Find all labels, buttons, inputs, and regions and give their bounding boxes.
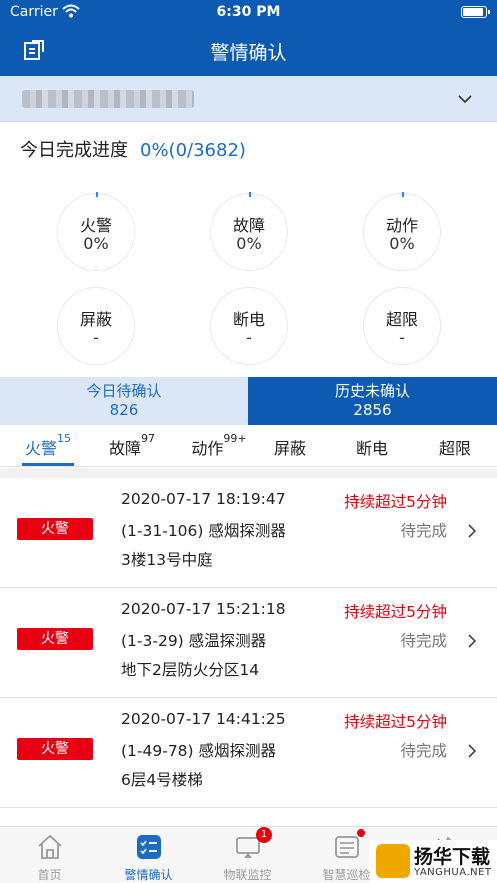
inspection-icon	[335, 836, 359, 858]
stat-name: 超限	[385, 310, 418, 329]
tab-label: 断电	[355, 439, 388, 458]
active-tab-indicator	[22, 463, 74, 466]
battery-icon	[461, 6, 490, 18]
category-tabs: 火警15 故障97 动作99+ 屏蔽 断电 超限	[0, 425, 497, 467]
alarm-type-badge: 火警	[17, 738, 93, 760]
building-selector[interactable]	[0, 76, 497, 122]
stat-name: 火警	[79, 216, 112, 235]
tab-count: 826	[109, 401, 139, 419]
stat-value: -	[93, 328, 99, 347]
tabbar-label: 物联监控	[223, 868, 272, 882]
home-icon	[38, 834, 62, 859]
tab-count: 2856	[353, 401, 392, 419]
alarm-device: (1-3-29) 感温探测器	[121, 632, 267, 650]
chevron-right-icon	[468, 524, 477, 538]
tab-label: 故障	[108, 439, 141, 458]
tab-history-unconfirmed[interactable]: 历史未确认 2856	[248, 377, 497, 425]
notification-dot	[357, 829, 365, 837]
watermark: 扬华下载 YANGHUA.NET	[370, 840, 497, 883]
stat-circle-overlimit[interactable]: 超限 -	[363, 287, 441, 365]
blurred-building-name	[22, 90, 194, 108]
tab-label: 超限	[438, 439, 471, 458]
alarm-datetime: 2020-07-17 18:19:47	[121, 490, 286, 508]
alarm-item[interactable]: 火警 2020-07-17 14:41:25 (1-49-78) 感烟探测器 6…	[0, 698, 497, 808]
alarm-status: 待完成	[400, 522, 447, 540]
alarm-warning: 持续超过5分钟	[344, 603, 447, 621]
stat-value: 0%	[236, 234, 262, 253]
watermark-title: 扬华下载	[414, 846, 491, 868]
tabbar-home[interactable]: 首页	[0, 827, 99, 883]
checklist-icon	[137, 835, 161, 859]
alarm-datetime: 2020-07-17 15:21:18	[121, 600, 286, 618]
alarm-device: (1-49-78) 感烟探测器	[121, 742, 277, 760]
tab-power-off[interactable]: 断电	[337, 435, 407, 459]
watermark-url: YANGHUA.NET	[414, 867, 492, 878]
tab-label: 历史未确认	[334, 382, 410, 400]
tabbar-alarm-confirm[interactable]: 警情确认	[99, 827, 198, 883]
stat-name: 故障	[232, 216, 265, 235]
clock: 6:30 PM	[216, 4, 281, 20]
stat-value: -	[246, 328, 252, 347]
progress-label: 今日完成进度	[20, 140, 128, 161]
nav-bar: 警情确认	[0, 26, 497, 76]
tab-action[interactable]: 动作99+	[184, 431, 254, 459]
confirm-tabs: 今日待确认 826 历史未确认 2856	[0, 377, 497, 425]
alarm-status: 待完成	[400, 742, 447, 760]
stat-value: -	[399, 328, 405, 347]
tab-overlimit[interactable]: 超限	[420, 435, 490, 459]
alarm-location: 6层4号楼梯	[121, 771, 203, 789]
stat-circle-action[interactable]: 动作 0%	[363, 192, 441, 271]
stat-name: 断电	[232, 310, 265, 329]
tab-count: 15	[57, 431, 71, 445]
stat-value: 0%	[389, 234, 415, 253]
alarm-datetime: 2020-07-17 14:41:25	[121, 710, 286, 728]
alarm-status: 待完成	[400, 632, 447, 650]
stat-value: 0%	[83, 234, 109, 253]
tab-label: 火警	[24, 439, 57, 458]
tab-fault[interactable]: 故障97	[97, 431, 167, 459]
daily-progress: 今日完成进度 0%(0/3682)	[20, 136, 246, 162]
tabbar-label: 警情确认	[124, 868, 173, 882]
alarm-item[interactable]: 火警 2020-07-17 15:21:18 (1-3-29) 感温探测器 地下…	[0, 588, 497, 698]
stat-circle-power-off[interactable]: 断电 -	[210, 287, 288, 365]
alarm-type-badge: 火警	[17, 628, 93, 650]
watermark-logo	[376, 844, 410, 878]
stat-circle-fault[interactable]: 故障 0%	[210, 192, 288, 271]
tab-fire[interactable]: 火警15	[13, 431, 83, 459]
progress-value: 0%(0/3682)	[140, 140, 246, 161]
status-bar: Carrier 6:30 PM	[0, 0, 497, 26]
divider	[0, 468, 497, 478]
chevron-right-icon	[468, 634, 477, 648]
chevron-right-icon	[468, 744, 477, 758]
stat-circle-fire[interactable]: 火警 0%	[57, 192, 135, 271]
chevron-down-icon[interactable]	[457, 91, 473, 107]
alarm-warning: 持续超过5分钟	[344, 493, 447, 511]
stat-name: 屏蔽	[79, 310, 112, 329]
tab-label: 屏蔽	[273, 439, 306, 458]
tabbar-label: 首页	[37, 868, 62, 882]
tab-label: 动作	[191, 439, 224, 458]
alarm-warning: 持续超过5分钟	[344, 713, 447, 731]
alarm-type-badge: 火警	[17, 518, 93, 540]
tab-count: 97	[141, 431, 155, 445]
page-title: 警情确认	[210, 42, 287, 64]
tab-shield[interactable]: 屏蔽	[255, 435, 325, 459]
alarm-device: (1-31-106) 感烟探测器	[121, 522, 286, 540]
tab-label: 今日待确认	[86, 382, 162, 400]
alarm-item[interactable]: 火警 2020-07-17 18:19:47 (1-31-106) 感烟探测器 …	[0, 478, 497, 588]
tabbar-iot-monitor[interactable]: 1 物联监控	[198, 827, 297, 883]
stat-name: 动作	[385, 216, 418, 235]
tab-count: 99+	[223, 431, 247, 445]
alarm-location: 3楼13号中庭	[121, 551, 213, 569]
notification-badge: 1	[256, 827, 272, 843]
stat-circle-shield[interactable]: 屏蔽 -	[57, 287, 135, 365]
alarm-location: 地下2层防火分区14	[121, 661, 260, 679]
tab-today-pending[interactable]: 今日待确认 826	[0, 377, 248, 425]
